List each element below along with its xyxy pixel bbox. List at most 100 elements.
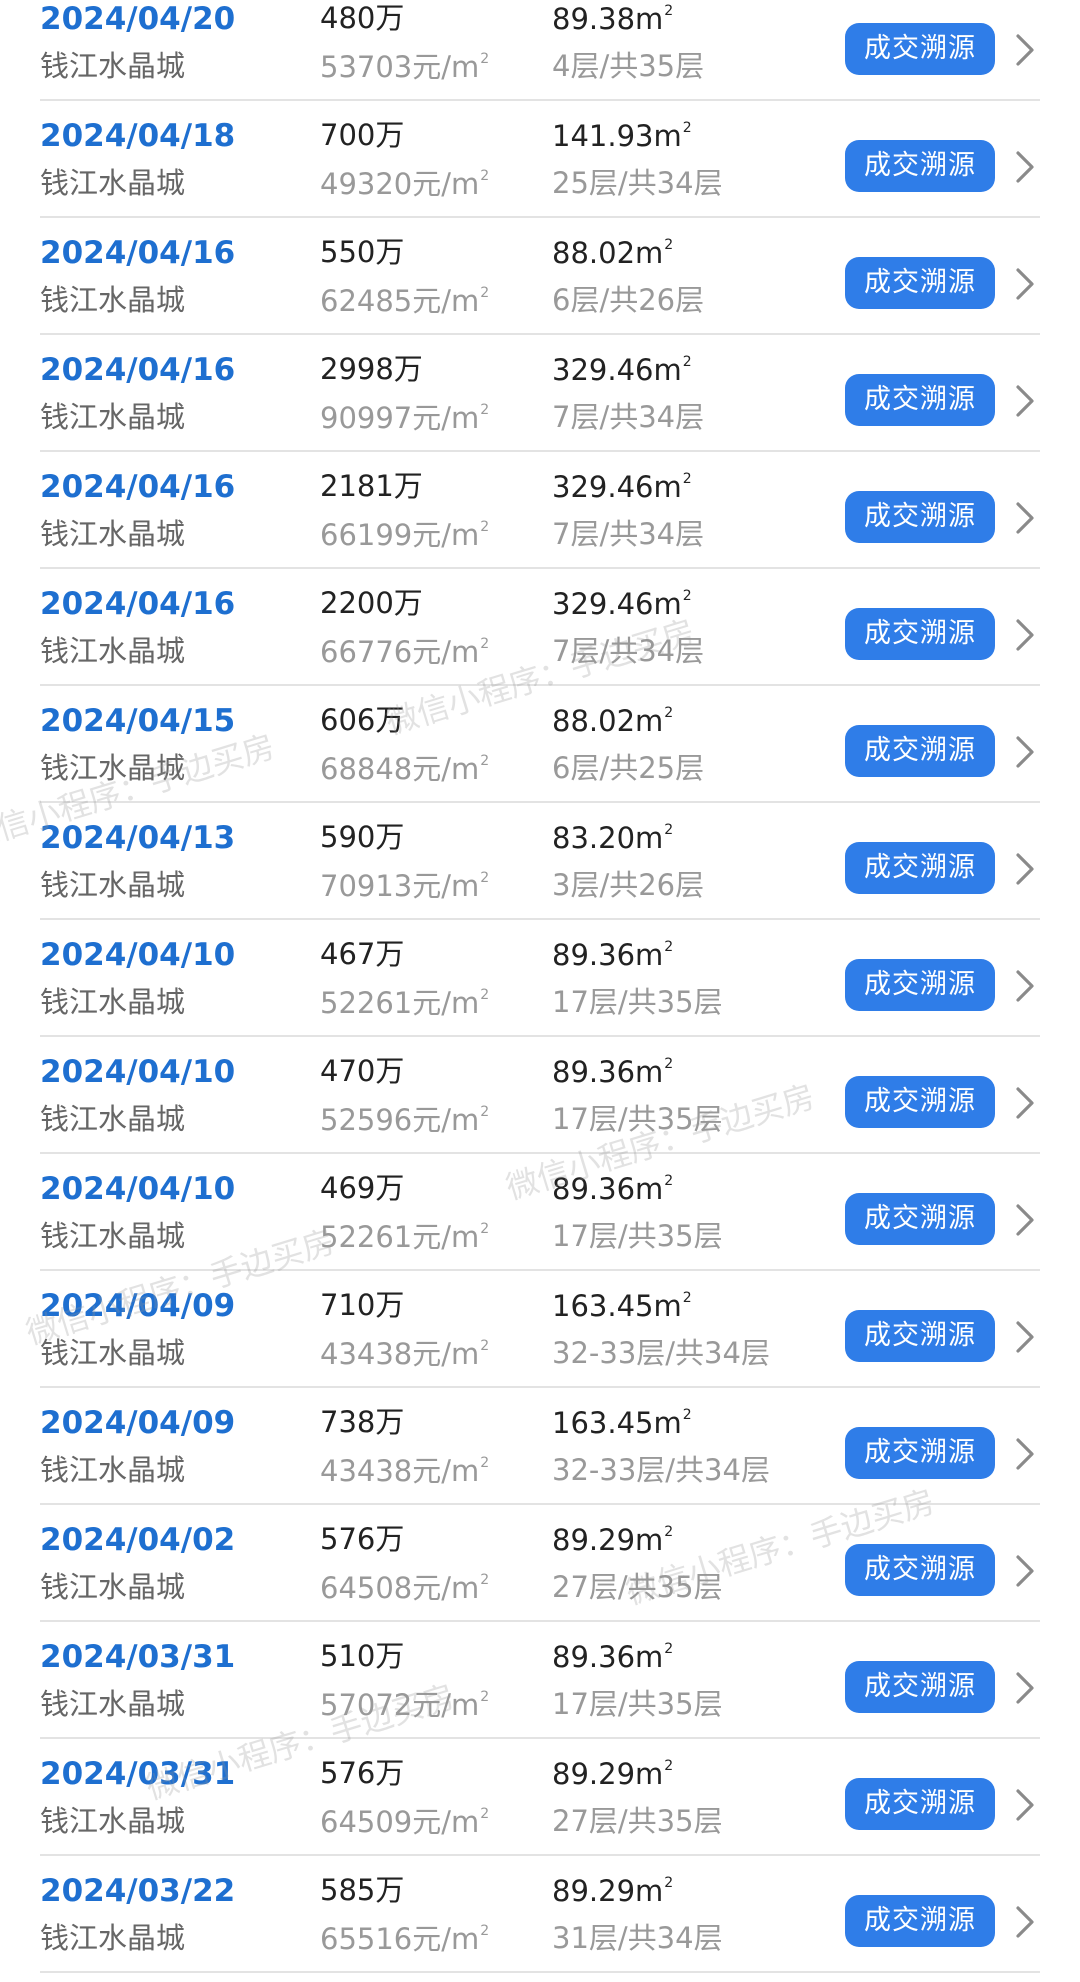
chevron-right-icon[interactable] (1014, 968, 1036, 1004)
unit-price: 66776元/m2 (320, 637, 489, 667)
floor-level: 17层/共35层 (552, 985, 723, 1019)
total-price: 480万 (320, 1, 405, 35)
chevron-right-icon[interactable] (1014, 1085, 1036, 1121)
floor-level: 25层/共34层 (552, 166, 723, 200)
chevron-right-icon[interactable] (1014, 1436, 1036, 1472)
deal-trace-button[interactable]: 成交溯源 (845, 608, 995, 660)
unit-superscript: 2 (480, 168, 490, 184)
floor-area: 89.36m2 (552, 1642, 673, 1672)
transaction-row[interactable]: 2024/04/15 钱江水晶城 606万 68848元/m2 88.02m2 … (0, 686, 1080, 803)
transaction-row[interactable]: 2024/03/31 钱江水晶城 576万 64509元/m2 89.29m2 … (0, 1739, 1080, 1856)
deal-trace-button[interactable]: 成交溯源 (845, 1544, 995, 1596)
area-superscript: 2 (664, 1524, 674, 1540)
deal-trace-button[interactable]: 成交溯源 (845, 725, 995, 777)
transaction-row[interactable]: 2024/04/20 钱江水晶城 480万 53703元/m2 89.38m2 … (0, 0, 1080, 101)
total-price: 606万 (320, 703, 405, 737)
chevron-right-icon[interactable] (1014, 266, 1036, 302)
deal-trace-button[interactable]: 成交溯源 (845, 1310, 995, 1362)
deal-trace-button[interactable]: 成交溯源 (845, 1778, 995, 1830)
unit-price-value: 90997元/m (320, 401, 480, 435)
total-price: 738万 (320, 1405, 405, 1439)
transaction-row[interactable]: 2024/03/22 钱江水晶城 585万 65516元/m2 89.29m2 … (0, 1856, 1080, 1973)
deal-trace-button[interactable]: 成交溯源 (845, 842, 995, 894)
transaction-row[interactable]: 2024/04/10 钱江水晶城 469万 52261元/m2 89.36m2 … (0, 1154, 1080, 1271)
floor-area-value: 329.46m (552, 587, 682, 621)
chevron-right-icon[interactable] (1014, 1553, 1036, 1589)
area-superscript: 2 (682, 354, 692, 370)
chevron-right-icon[interactable] (1014, 1319, 1036, 1355)
area-superscript: 2 (664, 1641, 674, 1657)
transaction-row[interactable]: 2024/04/16 钱江水晶城 2200万 66776元/m2 329.46m… (0, 569, 1080, 686)
unit-price-value: 68848元/m (320, 752, 480, 786)
chevron-right-icon[interactable] (1014, 149, 1036, 185)
floor-area: 89.36m2 (552, 940, 673, 970)
chevron-right-icon[interactable] (1014, 1787, 1036, 1823)
area-superscript: 2 (664, 705, 674, 721)
floor-level: 31层/共34层 (552, 1921, 723, 1955)
chevron-right-icon[interactable] (1014, 734, 1036, 770)
chevron-right-icon[interactable] (1014, 500, 1036, 536)
floor-level: 7层/共34层 (552, 400, 705, 434)
transaction-row[interactable]: 2024/04/16 钱江水晶城 2998万 90997元/m2 329.46m… (0, 335, 1080, 452)
floor-area-value: 329.46m (552, 353, 682, 387)
floor-level: 6层/共25层 (552, 751, 705, 785)
floor-area-value: 89.36m (552, 1172, 664, 1206)
deal-trace-button[interactable]: 成交溯源 (845, 374, 995, 426)
deal-trace-button[interactable]: 成交溯源 (845, 959, 995, 1011)
floor-area: 89.38m2 (552, 4, 673, 34)
floor-area: 89.29m2 (552, 1525, 673, 1555)
floor-area: 88.02m2 (552, 706, 673, 736)
unit-superscript: 2 (480, 1806, 490, 1822)
chevron-right-icon[interactable] (1014, 32, 1036, 68)
deal-trace-button[interactable]: 成交溯源 (845, 1193, 995, 1245)
deal-trace-button[interactable]: 成交溯源 (845, 140, 995, 192)
floor-level: 17层/共35层 (552, 1102, 723, 1136)
transaction-row[interactable]: 2024/04/16 钱江水晶城 550万 62485元/m2 88.02m2 … (0, 218, 1080, 335)
floor-area: 89.36m2 (552, 1174, 673, 1204)
deal-trace-button[interactable]: 成交溯源 (845, 491, 995, 543)
deal-trace-button[interactable]: 成交溯源 (845, 1427, 995, 1479)
transaction-row[interactable]: 2024/03/31 钱江水晶城 510万 57072元/m2 89.36m2 … (0, 1622, 1080, 1739)
transaction-row[interactable]: 2024/04/18 钱江水晶城 700万 49320元/m2 141.93m2… (0, 101, 1080, 218)
unit-price: 64509元/m2 (320, 1807, 489, 1837)
unit-superscript: 2 (480, 285, 490, 301)
unit-price: 65516元/m2 (320, 1924, 489, 1954)
unit-price-value: 43438元/m (320, 1337, 480, 1371)
chevron-right-icon[interactable] (1014, 1202, 1036, 1238)
area-superscript: 2 (664, 1173, 674, 1189)
chevron-right-icon[interactable] (1014, 851, 1036, 887)
chevron-right-icon[interactable] (1014, 383, 1036, 419)
area-superscript: 2 (664, 939, 674, 955)
transaction-row[interactable]: 2024/04/09 钱江水晶城 738万 43438元/m2 163.45m2… (0, 1388, 1080, 1505)
deal-date: 2024/04/16 (40, 352, 236, 388)
deal-trace-button[interactable]: 成交溯源 (845, 1661, 995, 1713)
chevron-right-icon[interactable] (1014, 617, 1036, 653)
deal-date: 2024/04/15 (40, 703, 236, 739)
chevron-right-icon[interactable] (1014, 1670, 1036, 1706)
unit-price-value: 52596元/m (320, 1103, 480, 1137)
deal-trace-button[interactable]: 成交溯源 (845, 1895, 995, 1947)
unit-price: 53703元/m2 (320, 52, 489, 82)
total-price: 710万 (320, 1288, 405, 1322)
deal-trace-button[interactable]: 成交溯源 (845, 23, 995, 75)
total-price: 2200万 (320, 586, 423, 620)
deal-date: 2024/03/31 (40, 1756, 236, 1792)
total-price: 590万 (320, 820, 405, 854)
chevron-right-icon[interactable] (1014, 1904, 1036, 1940)
floor-area: 163.45m2 (552, 1291, 692, 1321)
transaction-row[interactable]: 2024/04/10 钱江水晶城 467万 52261元/m2 89.36m2 … (0, 920, 1080, 1037)
transaction-row[interactable]: 2024/04/16 钱江水晶城 2181万 66199元/m2 329.46m… (0, 452, 1080, 569)
transaction-row[interactable]: 2024/04/10 钱江水晶城 470万 52596元/m2 89.36m2 … (0, 1037, 1080, 1154)
transaction-row[interactable]: 2024/04/09 钱江水晶城 710万 43438元/m2 163.45m2… (0, 1271, 1080, 1388)
deal-trace-button[interactable]: 成交溯源 (845, 1076, 995, 1128)
area-superscript: 2 (682, 120, 692, 136)
floor-level: 17层/共35层 (552, 1219, 723, 1253)
unit-price-value: 65516元/m (320, 1922, 480, 1956)
transaction-row[interactable]: 2024/04/13 钱江水晶城 590万 70913元/m2 83.20m2 … (0, 803, 1080, 920)
deal-trace-button[interactable]: 成交溯源 (845, 257, 995, 309)
total-price: 510万 (320, 1639, 405, 1673)
floor-area: 89.29m2 (552, 1759, 673, 1789)
deal-date: 2024/04/13 (40, 820, 236, 856)
transaction-row[interactable]: 2024/04/02 钱江水晶城 576万 64508元/m2 89.29m2 … (0, 1505, 1080, 1622)
floor-area-value: 88.02m (552, 236, 664, 270)
